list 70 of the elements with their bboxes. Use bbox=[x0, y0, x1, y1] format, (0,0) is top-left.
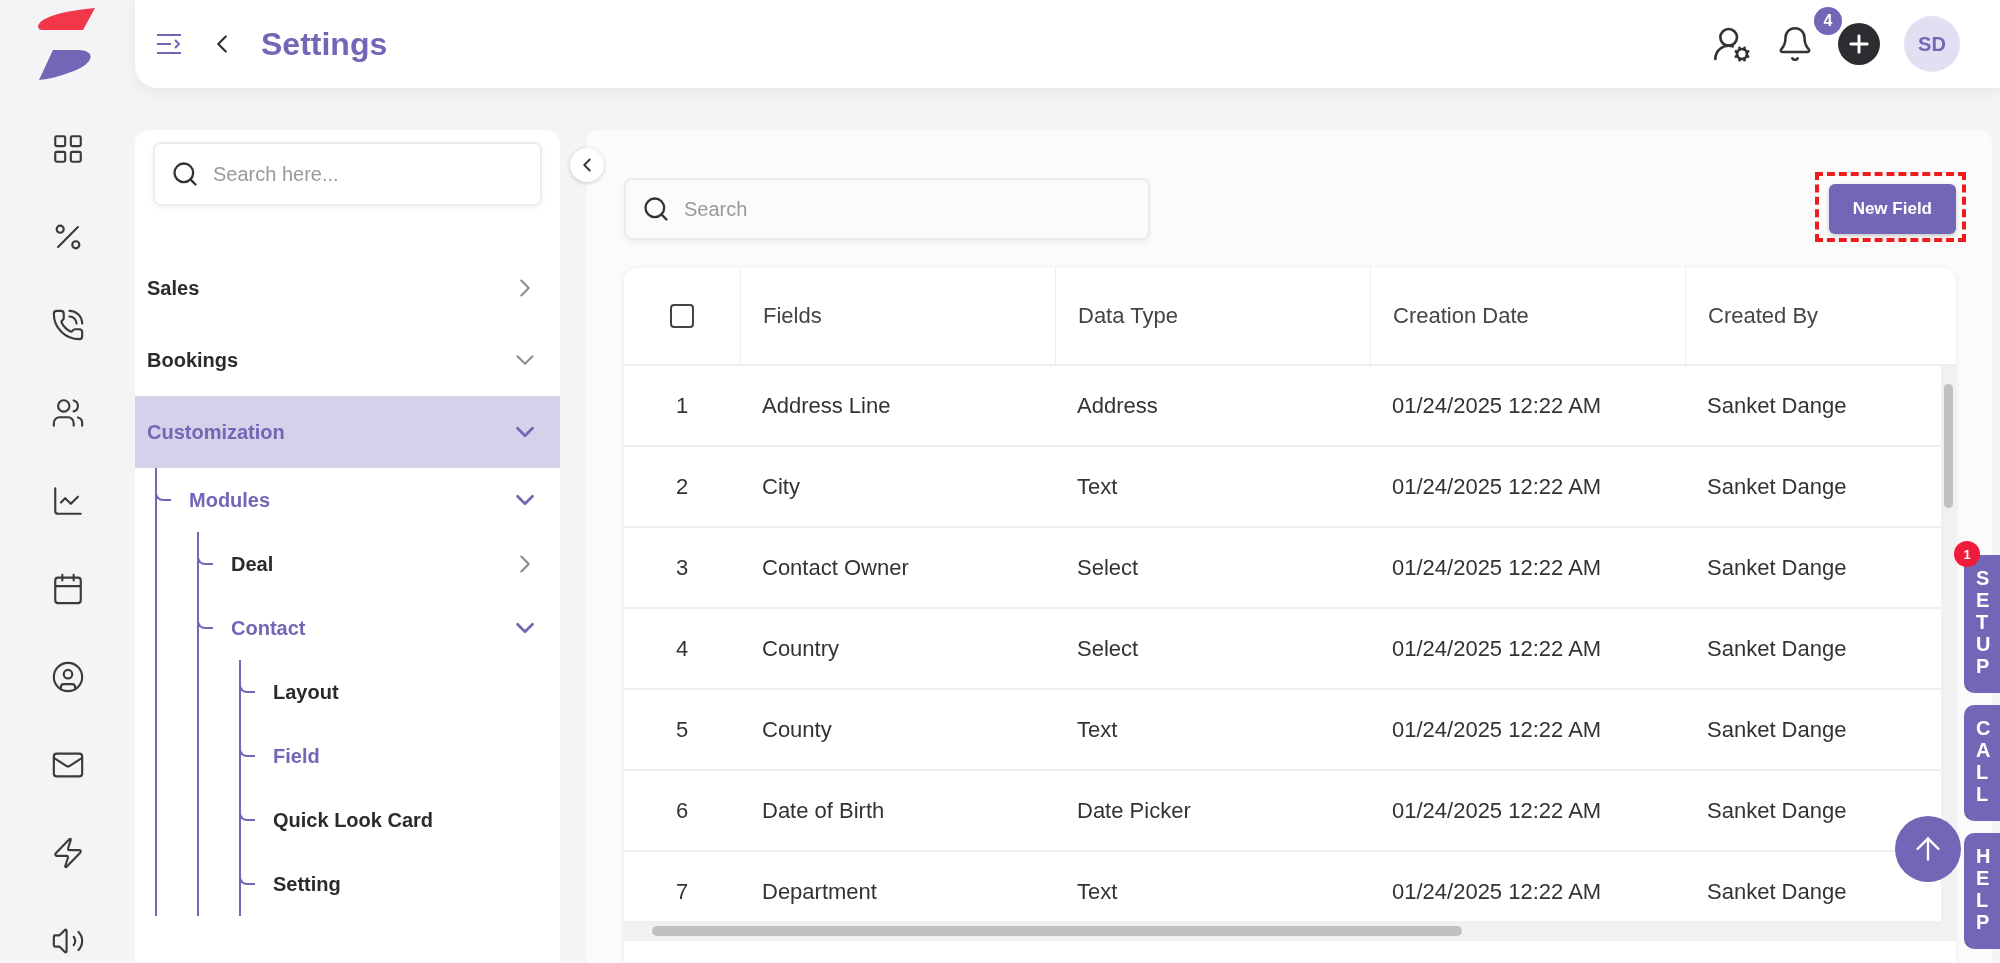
search-icon bbox=[642, 195, 670, 223]
search-input[interactable]: Search here... bbox=[211, 161, 524, 187]
table-cell-text: Date Picker bbox=[1076, 796, 1192, 825]
column-header: Data Type bbox=[1055, 268, 1370, 364]
collapse-button[interactable] bbox=[570, 148, 604, 182]
user-circle-icon[interactable] bbox=[50, 660, 85, 694]
table-cell-text: 4 bbox=[674, 634, 690, 663]
menu-item[interactable]: Bookings bbox=[147, 348, 239, 372]
table-cell-text: Address Line bbox=[761, 391, 892, 420]
search-icon bbox=[171, 160, 199, 188]
table-cell-text: 01/24/2025 12:22 AM bbox=[1391, 391, 1603, 420]
table-cell-text: Department bbox=[761, 877, 878, 906]
table-cell-text: 01/24/2025 12:22 AM bbox=[1391, 472, 1603, 501]
table-cell-text: City bbox=[761, 472, 801, 501]
vertical-scrollbar[interactable] bbox=[1941, 366, 1956, 921]
horizontal-scrollbar[interactable] bbox=[624, 921, 1956, 941]
table-cell-text: 01/24/2025 12:22 AM bbox=[1391, 634, 1603, 663]
table-cell-text: Sanket Dange bbox=[1706, 472, 1848, 501]
table-cell-text: 7 bbox=[674, 877, 690, 906]
select-all-checkbox[interactable] bbox=[670, 304, 694, 328]
table-cell-text: Text bbox=[1076, 472, 1119, 501]
table-cell-text: Sanket Dange bbox=[1706, 553, 1848, 582]
menu-item[interactable]: Customization bbox=[147, 420, 285, 444]
table-cell-text: 01/24/2025 12:22 AM bbox=[1391, 877, 1603, 906]
table-cell-text: Select bbox=[1076, 553, 1140, 582]
notification-badge: 4 bbox=[1814, 7, 1842, 35]
table-cell-text: Date of Birth bbox=[761, 796, 886, 825]
add-button[interactable] bbox=[1838, 23, 1880, 65]
users-icon[interactable] bbox=[50, 396, 85, 430]
table-cell-text: 6 bbox=[674, 796, 690, 825]
table-cell-text: Country bbox=[761, 634, 841, 663]
column-header: Fields bbox=[740, 268, 1055, 364]
table-cell-text: Address bbox=[1076, 391, 1159, 420]
menu-item[interactable]: Quick Look Card bbox=[273, 808, 434, 832]
new-field-button[interactable]: New Field bbox=[1828, 184, 1956, 234]
menu-item[interactable]: Contact bbox=[231, 616, 306, 640]
menu-item[interactable]: Modules bbox=[189, 488, 271, 512]
search-input[interactable]: Search bbox=[682, 196, 1132, 222]
column-header: Creation Date bbox=[1370, 268, 1685, 364]
table-cell-text: County bbox=[761, 715, 833, 744]
table-cell-text: Sanket Dange bbox=[1706, 715, 1848, 744]
sidebar-search-field[interactable]: Search here... bbox=[153, 142, 542, 206]
table-cell-text: Text bbox=[1076, 715, 1119, 744]
table-cell-text: Contact Owner bbox=[761, 553, 910, 582]
side-tab[interactable]: HELP bbox=[1964, 833, 2000, 949]
user-avatar[interactable]: SD bbox=[1904, 16, 1960, 72]
table-cell-text: 1 bbox=[674, 391, 690, 420]
table-cell-text: Sanket Dange bbox=[1706, 877, 1848, 906]
side-tab[interactable]: CALL bbox=[1964, 705, 2000, 821]
phone-icon[interactable] bbox=[50, 308, 85, 342]
table-cell-text: 01/24/2025 12:22 AM bbox=[1391, 715, 1603, 744]
table-cell-text: 5 bbox=[674, 715, 690, 744]
column-header: Created By bbox=[1685, 268, 1956, 364]
menu-item[interactable]: Setting bbox=[273, 872, 341, 896]
table-cell-text: Select bbox=[1076, 634, 1140, 663]
menu-item[interactable]: Deal bbox=[231, 552, 274, 576]
table-cell-text: 01/24/2025 12:22 AM bbox=[1391, 796, 1603, 825]
table-cell-text: Sanket Dange bbox=[1706, 391, 1848, 420]
menu-item[interactable]: Layout bbox=[273, 680, 339, 704]
table-cell-text: 3 bbox=[674, 553, 690, 582]
menu-item[interactable]: Sales bbox=[147, 276, 200, 300]
menu-icon[interactable] bbox=[155, 32, 183, 56]
page-title: Settings bbox=[261, 25, 388, 63]
table-cell-text: 2 bbox=[674, 472, 690, 501]
search-field[interactable]: Search bbox=[624, 178, 1150, 240]
table-cell-text: Sanket Dange bbox=[1706, 634, 1848, 663]
table-cell-text: 01/24/2025 12:22 AM bbox=[1391, 553, 1603, 582]
menu-item[interactable]: Field bbox=[273, 744, 320, 768]
table-cell-text: Text bbox=[1076, 877, 1119, 906]
table-cell-text: Sanket Dange bbox=[1706, 796, 1848, 825]
